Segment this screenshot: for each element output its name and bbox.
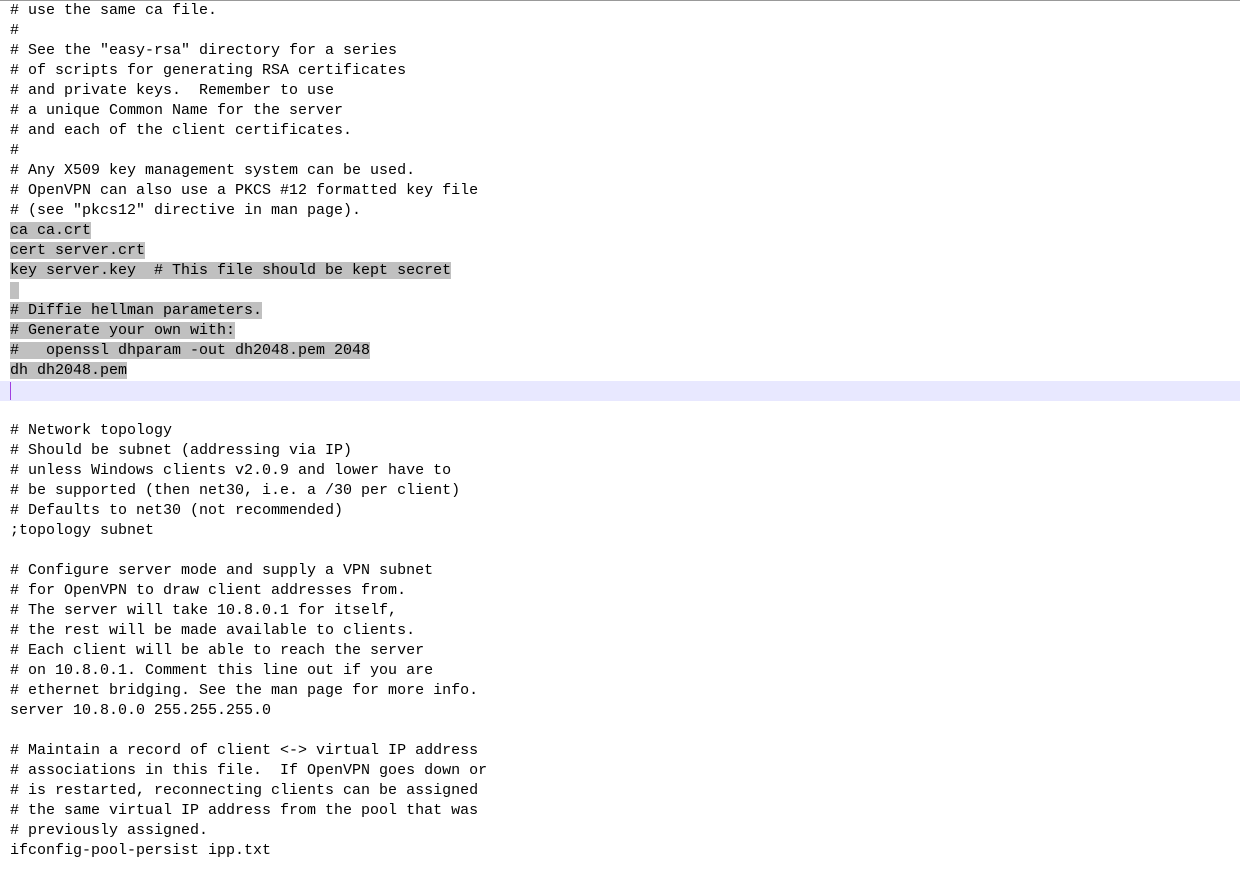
- code-line[interactable]: # use the same ca file.: [0, 1, 1240, 21]
- line-text[interactable]: # and private keys. Remember to use: [10, 82, 334, 99]
- code-line[interactable]: # the rest will be made available to cli…: [0, 621, 1240, 641]
- code-line[interactable]: # is restarted, reconnecting clients can…: [0, 781, 1240, 801]
- code-line[interactable]: # of scripts for generating RSA certific…: [0, 61, 1240, 81]
- line-text[interactable]: # use the same ca file.: [10, 2, 217, 19]
- code-line[interactable]: # associations in this file. If OpenVPN …: [0, 761, 1240, 781]
- line-text[interactable]: server 10.8.0.0 255.255.255.0: [10, 702, 271, 719]
- code-line[interactable]: ca ca.crt: [0, 221, 1240, 241]
- code-line[interactable]: # ethernet bridging. See the man page fo…: [0, 681, 1240, 701]
- line-text[interactable]: # Each client will be able to reach the …: [10, 642, 424, 659]
- line-text[interactable]: #: [10, 142, 19, 159]
- selected-text[interactable]: # openssl dhparam -out dh2048.pem 2048: [10, 342, 370, 359]
- code-line[interactable]: [0, 541, 1240, 561]
- code-line[interactable]: # a unique Common Name for the server: [0, 101, 1240, 121]
- code-line[interactable]: # OpenVPN can also use a PKCS #12 format…: [0, 181, 1240, 201]
- line-text[interactable]: # See the "easy-rsa" directory for a ser…: [10, 42, 397, 59]
- code-line[interactable]: # on 10.8.0.1. Comment this line out if …: [0, 661, 1240, 681]
- line-text[interactable]: # is restarted, reconnecting clients can…: [10, 782, 478, 799]
- code-line[interactable]: # Configure server mode and supply a VPN…: [0, 561, 1240, 581]
- code-line[interactable]: # The server will take 10.8.0.1 for itse…: [0, 601, 1240, 621]
- code-line[interactable]: [0, 281, 1240, 301]
- line-text[interactable]: # OpenVPN can also use a PKCS #12 format…: [10, 182, 478, 199]
- line-text[interactable]: # Network topology: [10, 422, 172, 439]
- code-line[interactable]: cert server.crt: [0, 241, 1240, 261]
- code-line[interactable]: # unless Windows clients v2.0.9 and lowe…: [0, 461, 1240, 481]
- selected-text[interactable]: key server.key # This file should be kep…: [10, 262, 451, 279]
- code-line[interactable]: [0, 721, 1240, 741]
- code-line[interactable]: # Diffie hellman parameters.: [0, 301, 1240, 321]
- code-line[interactable]: # be supported (then net30, i.e. a /30 p…: [0, 481, 1240, 501]
- code-line[interactable]: #: [0, 141, 1240, 161]
- selected-text[interactable]: [10, 282, 19, 299]
- line-text[interactable]: # for OpenVPN to draw client addresses f…: [10, 582, 406, 599]
- code-line[interactable]: # Generate your own with:: [0, 321, 1240, 341]
- selected-text[interactable]: # Diffie hellman parameters.: [10, 302, 262, 319]
- code-line[interactable]: # See the "easy-rsa" directory for a ser…: [0, 41, 1240, 61]
- selected-text[interactable]: cert server.crt: [10, 242, 145, 259]
- code-line[interactable]: # Any X509 key management system can be …: [0, 161, 1240, 181]
- line-text[interactable]: # Defaults to net30 (not recommended): [10, 502, 343, 519]
- code-line[interactable]: [0, 381, 1240, 401]
- selected-text[interactable]: dh dh2048.pem: [10, 362, 127, 379]
- line-text[interactable]: # ethernet bridging. See the man page fo…: [10, 682, 478, 699]
- line-text[interactable]: # Should be subnet (addressing via IP): [10, 442, 352, 459]
- code-line[interactable]: ifconfig-pool-persist ipp.txt: [0, 841, 1240, 861]
- code-line[interactable]: # (see "pkcs12" directive in man page).: [0, 201, 1240, 221]
- line-text[interactable]: # the same virtual IP address from the p…: [10, 802, 478, 819]
- line-text[interactable]: # a unique Common Name for the server: [10, 102, 343, 119]
- code-line[interactable]: # Maintain a record of client <-> virtua…: [0, 741, 1240, 761]
- code-line[interactable]: # for OpenVPN to draw client addresses f…: [0, 581, 1240, 601]
- selected-text[interactable]: ca ca.crt: [10, 222, 91, 239]
- code-line[interactable]: # Defaults to net30 (not recommended): [0, 501, 1240, 521]
- code-line[interactable]: # Should be subnet (addressing via IP): [0, 441, 1240, 461]
- line-text[interactable]: #: [10, 22, 19, 39]
- line-text[interactable]: # previously assigned.: [10, 822, 208, 839]
- line-text[interactable]: # be supported (then net30, i.e. a /30 p…: [10, 482, 460, 499]
- line-text[interactable]: ifconfig-pool-persist ipp.txt: [10, 842, 271, 859]
- code-line[interactable]: [0, 401, 1240, 421]
- line-text[interactable]: # of scripts for generating RSA certific…: [10, 62, 406, 79]
- line-text[interactable]: # associations in this file. If OpenVPN …: [10, 762, 487, 779]
- code-line[interactable]: server 10.8.0.0 255.255.255.0: [0, 701, 1240, 721]
- selected-text[interactable]: # Generate your own with:: [10, 322, 235, 339]
- code-line[interactable]: # openssl dhparam -out dh2048.pem 2048: [0, 341, 1240, 361]
- code-line[interactable]: # Each client will be able to reach the …: [0, 641, 1240, 661]
- line-text[interactable]: # The server will take 10.8.0.1 for itse…: [10, 602, 397, 619]
- code-line[interactable]: # previously assigned.: [0, 821, 1240, 841]
- line-text[interactable]: # Configure server mode and supply a VPN…: [10, 562, 433, 579]
- code-line[interactable]: # Network topology: [0, 421, 1240, 441]
- line-text[interactable]: ;topology subnet: [10, 522, 154, 539]
- line-text[interactable]: # unless Windows clients v2.0.9 and lowe…: [10, 462, 451, 479]
- code-line[interactable]: # and private keys. Remember to use: [0, 81, 1240, 101]
- code-line[interactable]: # and each of the client certificates.: [0, 121, 1240, 141]
- code-line[interactable]: ;topology subnet: [0, 521, 1240, 541]
- line-text[interactable]: # the rest will be made available to cli…: [10, 622, 415, 639]
- line-text[interactable]: # and each of the client certificates.: [10, 122, 352, 139]
- code-line[interactable]: [0, 861, 1240, 881]
- code-line[interactable]: dh dh2048.pem: [0, 361, 1240, 381]
- line-text[interactable]: # on 10.8.0.1. Comment this line out if …: [10, 662, 433, 679]
- text-editor[interactable]: # use the same ca file. # # See the "easy-…: [0, 1, 1240, 881]
- code-line[interactable]: # the same virtual IP address from the p…: [0, 801, 1240, 821]
- code-line[interactable]: #: [0, 21, 1240, 41]
- line-text[interactable]: # Maintain a record of client <-> virtua…: [10, 742, 478, 759]
- line-text[interactable]: # (see "pkcs12" directive in man page).: [10, 202, 361, 219]
- code-line[interactable]: key server.key # This file should be kep…: [0, 261, 1240, 281]
- line-text[interactable]: # Any X509 key management system can be …: [10, 162, 415, 179]
